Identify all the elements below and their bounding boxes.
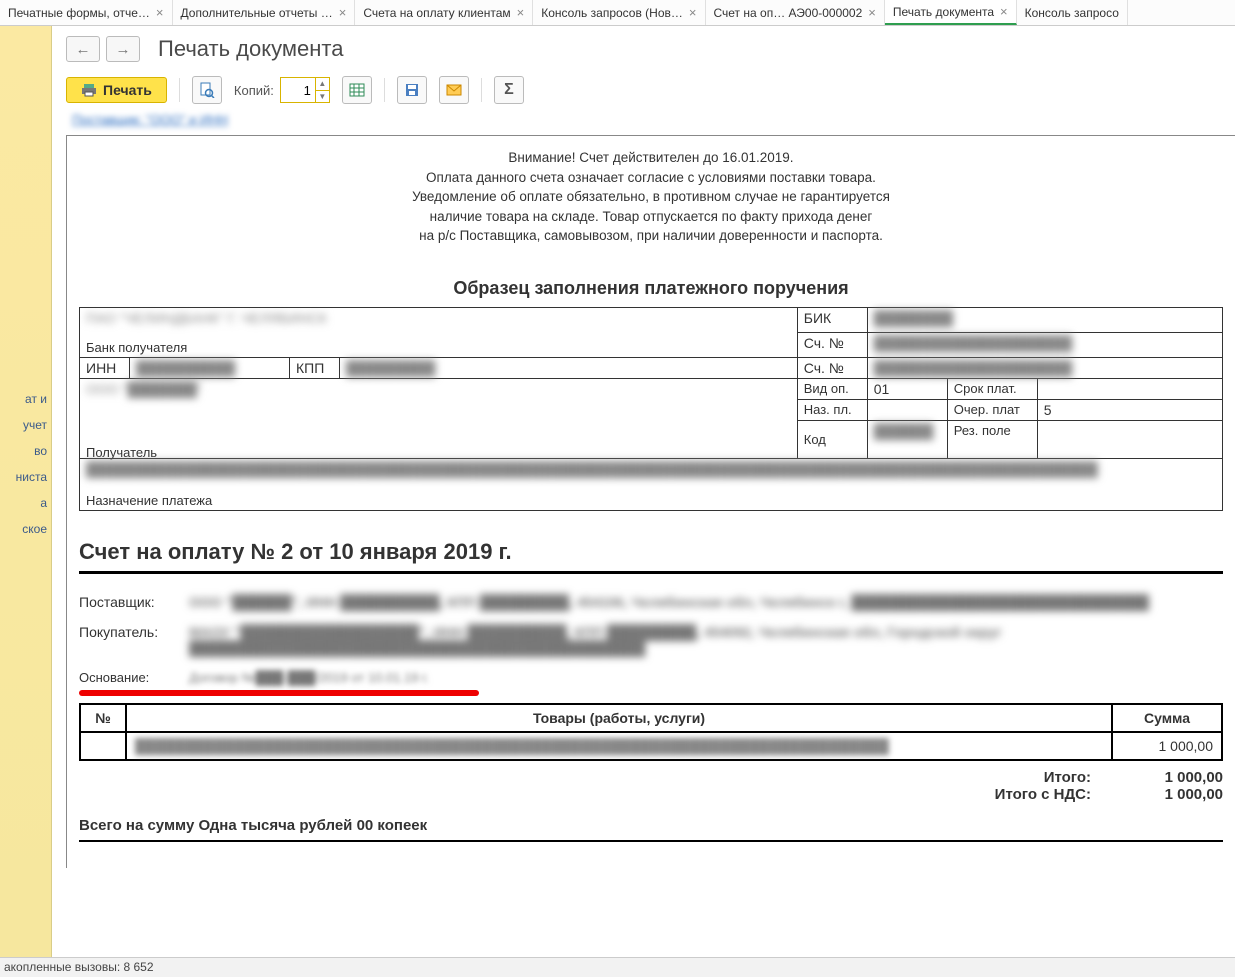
print-label: Печать bbox=[103, 82, 152, 98]
items-table: № Товары (работы, услуги) Сумма ████████… bbox=[79, 703, 1223, 761]
spin-down-icon[interactable]: ▼ bbox=[316, 91, 329, 103]
payment-order-table: ПАО "ЧЕЛИНДБАНК" Г. ЧЕЛЯБИНСК Банк получ… bbox=[79, 307, 1223, 511]
table-row: ████████████████████████████████████████… bbox=[80, 732, 1222, 760]
close-icon[interactable]: × bbox=[339, 5, 347, 20]
totals-block: Итого: 1 000,00 Итого с НДС: 1 000,00 bbox=[79, 769, 1223, 803]
buyer-row: Покупатель: МАОУ "██████████████████", И… bbox=[79, 624, 1223, 656]
preview-button[interactable] bbox=[192, 76, 222, 104]
close-icon[interactable]: × bbox=[689, 5, 697, 20]
tab[interactable]: Счета на оплату клиентам × bbox=[355, 0, 533, 25]
close-icon[interactable]: × bbox=[517, 5, 525, 20]
sidebar-item[interactable]: а bbox=[0, 490, 51, 516]
sidebar-item[interactable]: во bbox=[0, 438, 51, 464]
status-bar: акопленные вызовы: 8 652 bbox=[0, 957, 1235, 977]
tab[interactable]: Консоль запросов (Нов… × bbox=[533, 0, 705, 25]
save-button[interactable] bbox=[397, 76, 427, 104]
sum-button[interactable]: Σ bbox=[494, 76, 524, 104]
document-preview: Внимание! Счет действителен до 16.01.201… bbox=[66, 135, 1235, 868]
sidebar-item[interactable]: ское bbox=[0, 516, 51, 542]
toolbar: Печать Копий: ▲▼ bbox=[66, 76, 1235, 104]
tab-label: Консоль запросов (Нов… bbox=[541, 6, 683, 20]
page-title: Печать документа bbox=[158, 36, 343, 62]
forward-button[interactable]: → bbox=[106, 36, 140, 62]
close-icon[interactable]: × bbox=[868, 5, 876, 20]
tab-label: Счет на оп… АЭ00-000002 bbox=[714, 6, 863, 20]
left-sidebar: ат иучетвонистааское bbox=[0, 26, 52, 957]
notice-block: Внимание! Счет действителен до 16.01.201… bbox=[301, 148, 1001, 246]
tab-label: Дополнительные отчеты … bbox=[181, 6, 333, 20]
tab[interactable]: Консоль запросо bbox=[1017, 0, 1128, 25]
email-button[interactable] bbox=[439, 76, 469, 104]
payment-order-title: Образец заполнения платежного поручения bbox=[79, 278, 1223, 299]
close-icon[interactable]: × bbox=[1000, 4, 1008, 19]
tab-label: Печатные формы, отче… bbox=[8, 6, 150, 20]
copies-stepper[interactable]: ▲▼ bbox=[280, 77, 330, 103]
tab-label: Печать документа bbox=[893, 5, 994, 19]
sidebar-item[interactable]: ниста bbox=[0, 464, 51, 490]
copies-label: Копий: bbox=[234, 83, 274, 98]
copies-input[interactable] bbox=[281, 78, 315, 102]
basis-row: Основание: Договор №███-███/2019 от 10.0… bbox=[79, 670, 1223, 685]
tab[interactable]: Счет на оп… АЭ00-000002 × bbox=[706, 0, 885, 25]
notice-line: на р/с Поставщика, самовывозом, при нали… bbox=[301, 226, 1001, 246]
tab-label: Консоль запросо bbox=[1025, 6, 1119, 20]
top-link[interactable]: Поставщик: "ООО" и ИНН bbox=[72, 112, 228, 127]
tab-label: Счета на оплату клиентам bbox=[363, 6, 510, 20]
notice-line: наличие товара на складе. Товар отпускае… bbox=[301, 207, 1001, 227]
print-button[interactable]: Печать bbox=[66, 77, 167, 103]
red-underline-annotation bbox=[79, 690, 479, 696]
tab[interactable]: Дополнительные отчеты … × bbox=[173, 0, 356, 25]
back-button[interactable]: ← bbox=[66, 36, 100, 62]
supplier-row: Поставщик: ООО "██████", ИНН ██████████,… bbox=[79, 594, 1223, 610]
tab[interactable]: Печатные формы, отче… × bbox=[0, 0, 173, 25]
sidebar-item[interactable]: ат и bbox=[0, 386, 51, 412]
notice-line: Внимание! Счет действителен до 16.01.201… bbox=[301, 148, 1001, 168]
export-excel-button[interactable] bbox=[342, 76, 372, 104]
notice-line: Уведомление об оплате обязательно, в про… bbox=[301, 187, 1001, 207]
notice-line: Оплата данного счета означает согласие с… bbox=[301, 168, 1001, 188]
sum-in-words: Всего на сумму Одна тысяча рублей 00 коп… bbox=[79, 817, 1223, 834]
tabs-bar: Печатные формы, отче…×Дополнительные отч… bbox=[0, 0, 1235, 26]
spin-up-icon[interactable]: ▲ bbox=[316, 78, 329, 91]
sidebar-item[interactable]: учет bbox=[0, 412, 51, 438]
invoice-title: Счет на оплату № 2 от 10 января 2019 г. bbox=[79, 539, 1223, 565]
printer-icon bbox=[81, 82, 97, 98]
close-icon[interactable]: × bbox=[156, 5, 164, 20]
tab[interactable]: Печать документа × bbox=[885, 0, 1017, 25]
